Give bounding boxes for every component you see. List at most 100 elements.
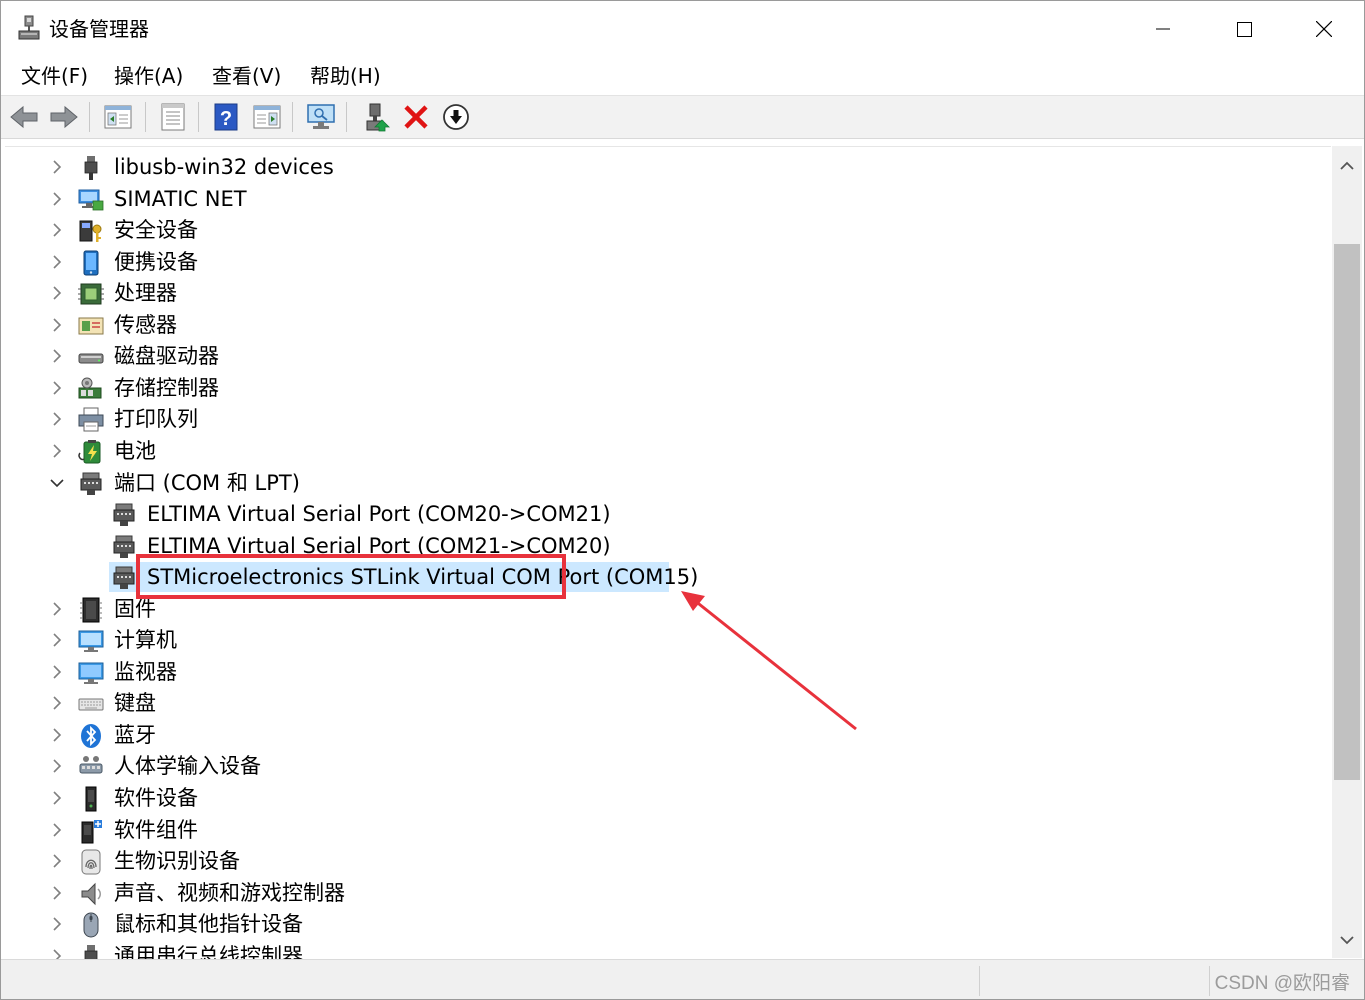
- menu-file[interactable]: 文件(F): [19, 61, 90, 91]
- chevron-right-icon[interactable]: [47, 378, 67, 398]
- computer-monitor-icon: [78, 628, 104, 654]
- chevron-right-icon[interactable]: [47, 630, 67, 650]
- device-manager-window: 设备管理器 文件(F) 操作(A) 查看(V) 帮助(H) ? libusb-w…: [0, 0, 1365, 1000]
- chevron-right-icon[interactable]: [47, 851, 67, 871]
- title-bar[interactable]: 设备管理器: [1, 1, 1364, 57]
- minimize-icon: [1156, 28, 1170, 30]
- minimize-button[interactable]: [1123, 1, 1203, 57]
- tree-category-row[interactable]: 固件: [5, 593, 1305, 625]
- tree-device-row[interactable]: ELTIMA Virtual Serial Port (COM21->COM20…: [5, 530, 1305, 562]
- disable-device-icon: [443, 104, 469, 130]
- chevron-right-icon[interactable]: [47, 788, 67, 808]
- tree-item-label: 键盘: [114, 691, 156, 716]
- tree-category-row[interactable]: 存储控制器: [5, 372, 1305, 404]
- tree-category-row[interactable]: SIMATIC NET: [5, 183, 1305, 215]
- mouse-icon: [78, 912, 104, 938]
- update-driver-button[interactable]: [361, 101, 393, 133]
- chevron-down-icon[interactable]: [47, 473, 67, 493]
- scan-hardware-button[interactable]: [305, 101, 337, 133]
- close-icon: [1316, 21, 1332, 37]
- chevron-right-icon[interactable]: [47, 693, 67, 713]
- close-button[interactable]: [1284, 1, 1364, 57]
- chevron-right-icon[interactable]: [47, 662, 67, 682]
- tree-category-row[interactable]: 计算机: [5, 624, 1305, 656]
- menu-help[interactable]: 帮助(H): [308, 61, 383, 91]
- tree-category-row[interactable]: 软件设备: [5, 782, 1305, 814]
- tree-category-row[interactable]: 蓝牙: [5, 719, 1305, 751]
- svg-text:?: ?: [220, 108, 232, 130]
- chevron-right-icon[interactable]: [47, 283, 67, 303]
- chevron-right-icon[interactable]: [47, 883, 67, 903]
- port-connector-icon: [111, 565, 137, 591]
- chevron-right-icon[interactable]: [47, 820, 67, 840]
- chevron-right-icon[interactable]: [47, 756, 67, 776]
- tree-category-row[interactable]: 电池: [5, 435, 1305, 467]
- tree-category-row[interactable]: 便携设备: [5, 246, 1305, 278]
- window-title: 设备管理器: [49, 17, 149, 41]
- uninstall-button[interactable]: [400, 101, 432, 133]
- tree-item-label: 鼠标和其他指针设备: [114, 912, 303, 937]
- chevron-right-icon[interactable]: [47, 189, 67, 209]
- chevron-right-icon[interactable]: [47, 157, 67, 177]
- back-button[interactable]: [8, 101, 40, 133]
- uninstall-icon: [404, 105, 428, 129]
- tree-category-row[interactable]: 端口 (COM 和 LPT): [5, 467, 1305, 499]
- usb-plug-icon: [78, 944, 104, 959]
- scroll-down-button[interactable]: [1332, 926, 1362, 954]
- tree-category-row[interactable]: 安全设备: [5, 214, 1305, 246]
- tree-item-label: 软件设备: [114, 786, 198, 810]
- tree-item-label: 计算机: [114, 628, 177, 653]
- vertical-scrollbar[interactable]: [1332, 146, 1362, 958]
- port-connector-icon: [111, 502, 137, 528]
- tree-category-row[interactable]: 鼠标和其他指针设备: [5, 908, 1305, 940]
- tree-device-row[interactable]: STMicroelectronics STLink Virtual COM Po…: [5, 561, 1305, 593]
- disable-device-button[interactable]: [440, 101, 472, 133]
- chevron-right-icon[interactable]: [47, 914, 67, 934]
- tree-item-label: 通用串行总线控制器: [114, 943, 303, 959]
- tree-category-row[interactable]: 监视器: [5, 656, 1305, 688]
- monitor-icon: [78, 660, 104, 686]
- tree-category-row[interactable]: 传感器: [5, 309, 1305, 341]
- menu-view[interactable]: 查看(V): [210, 61, 283, 91]
- tree-category-row[interactable]: 打印队列: [5, 403, 1305, 435]
- maximize-button[interactable]: [1204, 1, 1284, 57]
- menu-bar: 文件(F) 操作(A) 查看(V) 帮助(H): [1, 57, 1364, 96]
- chevron-right-icon[interactable]: [47, 441, 67, 461]
- chevron-right-icon[interactable]: [47, 725, 67, 745]
- properties-button[interactable]: [157, 101, 189, 133]
- chevron-right-icon[interactable]: [47, 315, 67, 335]
- tree-category-row[interactable]: 软件组件: [5, 814, 1305, 846]
- scroll-thumb[interactable]: [1334, 244, 1360, 780]
- chevron-right-icon[interactable]: [47, 252, 67, 272]
- help-button[interactable]: ?: [210, 101, 242, 133]
- chevron-right-icon[interactable]: [47, 409, 67, 429]
- tree-device-row[interactable]: ELTIMA Virtual Serial Port (COM20->COM21…: [5, 498, 1305, 530]
- tree-category-row[interactable]: 通用串行总线控制器: [5, 940, 1305, 959]
- console-tree-button[interactable]: [102, 101, 134, 133]
- tree-category-row[interactable]: 人体学输入设备: [5, 750, 1305, 782]
- tree-item-label: 传感器: [114, 312, 177, 337]
- tree-category-row[interactable]: libusb-win32 devices: [5, 151, 1305, 183]
- tree-category-row[interactable]: 键盘: [5, 687, 1305, 719]
- scroll-up-button[interactable]: [1332, 152, 1362, 180]
- chevron-right-icon[interactable]: [47, 946, 67, 959]
- battery-icon: [78, 439, 104, 465]
- toolbar-separator: [292, 102, 293, 132]
- tree-category-row[interactable]: 生物识别设备: [5, 845, 1305, 877]
- device-tree[interactable]: libusb-win32 devices SIMATIC NET 安全设备 便携设备处…: [5, 146, 1331, 959]
- forward-icon: [50, 105, 78, 129]
- tree-item-label: SIMATIC NET: [114, 186, 247, 211]
- chevron-right-icon[interactable]: [47, 220, 67, 240]
- chevron-up-icon: [1340, 161, 1354, 170]
- tree-item-label: 打印队列: [114, 407, 198, 432]
- tree-category-row[interactable]: 磁盘驱动器: [5, 340, 1305, 372]
- menu-action[interactable]: 操作(A): [112, 61, 185, 91]
- tree-item-label: libusb-win32 devices: [114, 155, 334, 179]
- update-driver-icon: [366, 103, 390, 132]
- chevron-right-icon[interactable]: [47, 346, 67, 366]
- action-pane-button[interactable]: [251, 101, 283, 133]
- forward-button[interactable]: [48, 101, 80, 133]
- tree-category-row[interactable]: 处理器: [5, 277, 1305, 309]
- chevron-right-icon[interactable]: [47, 599, 67, 619]
- tree-category-row[interactable]: 声音、视频和游戏控制器: [5, 877, 1305, 909]
